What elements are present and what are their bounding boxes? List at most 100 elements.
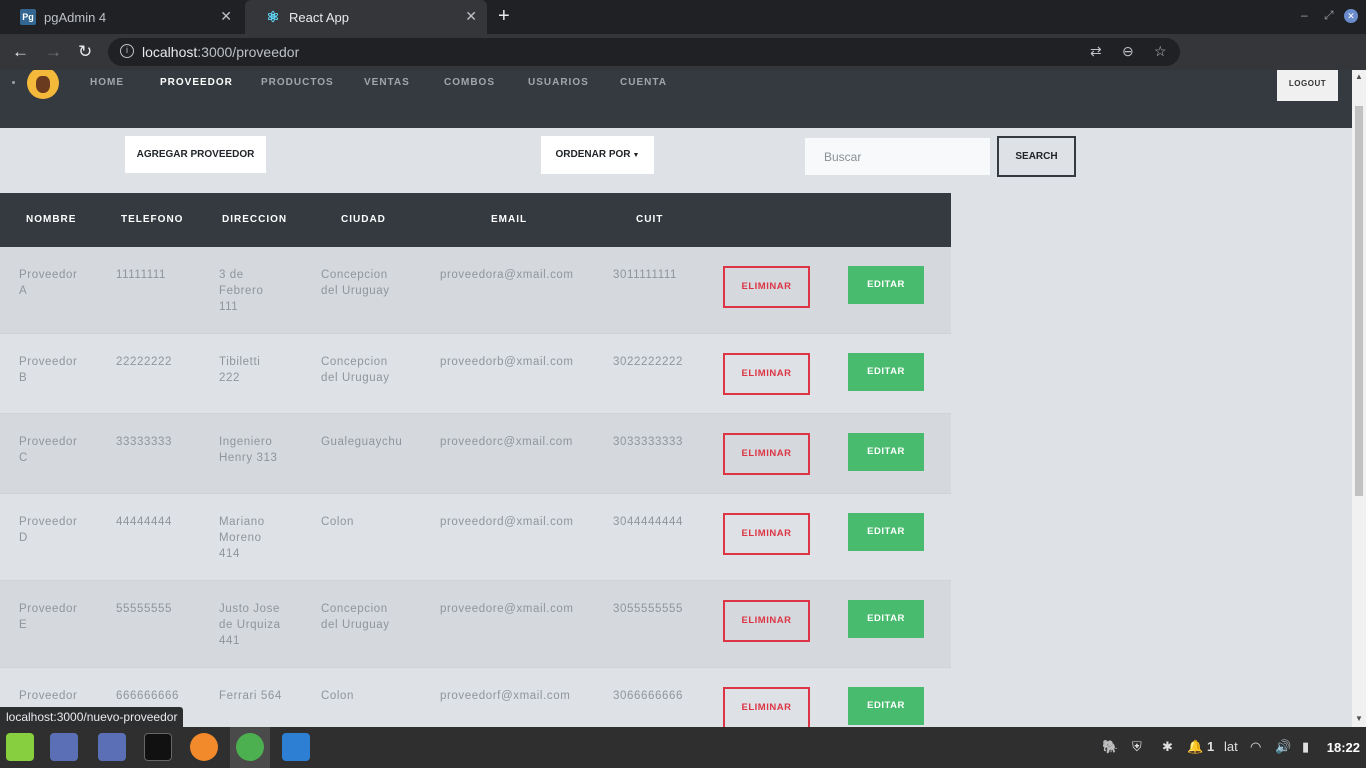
supplier-address: 3 de Febrero 111 [219,267,263,315]
order-by-dropdown[interactable]: ORDENAR POR ▼ [541,136,654,174]
order-by-label: ORDENAR POR [555,149,631,160]
delete-button[interactable]: ELIMINAR [723,353,810,395]
delete-button[interactable]: ELIMINAR [723,266,810,308]
window-close-icon[interactable]: ✕ [1344,9,1358,23]
delete-button[interactable]: ELIMINAR [723,600,810,642]
delete-button[interactable]: ELIMINAR [723,687,810,727]
workspace-indicator[interactable]: 1 [1207,739,1214,754]
address-bar[interactable]: i localhost:3000/proveedor ⇄ ⊖ ☆ [108,38,1180,66]
scrollbar-thumb[interactable] [1355,106,1363,496]
supplier-address-line: 111 [219,301,239,313]
brand-logo[interactable] [27,70,59,99]
add-supplier-button[interactable]: AGREGAR PROVEEDOR [125,136,266,173]
supplier-phone: 22222222 [116,356,172,368]
scroll-up-icon[interactable]: ▲ [1355,72,1363,81]
new-tab-icon[interactable]: + [498,5,510,28]
supplier-email: proveedora@xmail.com [440,269,574,281]
back-icon[interactable]: ← [12,42,29,62]
files-icon[interactable] [98,733,126,761]
supplier-name-line: Proveedor [19,269,78,281]
bluetooth-icon[interactable]: ✱ [1162,739,1173,755]
chrome-icon[interactable] [236,733,264,761]
nav-proveedor[interactable]: PROVEEDOR [160,77,233,88]
search-button[interactable]: SEARCH [997,136,1076,177]
nav-productos[interactable]: PRODUCTOS [261,77,334,88]
supplier-city-line: Gualeguaychu [321,436,403,448]
tab-react-app[interactable]: ⚛ React App ✕ [245,0,487,34]
supplier-address-line: 414 [219,548,240,560]
folder-icon[interactable] [50,733,78,761]
supplier-name-line: C [19,452,28,464]
zoom-icon[interactable]: ⊖ [1122,43,1134,60]
column-header: TELEFONO [121,214,184,225]
edit-button[interactable]: EDITAR [848,266,924,304]
search-input[interactable] [805,138,990,175]
supplier-email: proveedorf@xmail.com [440,690,571,702]
supplier-name: Proveedor D [19,514,77,546]
supplier-cuit: 3066666666 [613,690,683,702]
vscode-icon[interactable] [282,733,310,761]
tab-pgadmin[interactable]: Pg pgAdmin 4 ✕ [0,0,242,34]
edit-button[interactable]: EDITAR [848,513,924,551]
supplier-name-line: A [19,285,28,297]
forward-icon[interactable]: → [45,42,62,62]
minimize-icon[interactable]: – [1301,8,1308,22]
delete-button[interactable]: ELIMINAR [723,433,810,475]
close-tab-icon[interactable]: ✕ [220,8,232,25]
app-navbar: HOME PROVEEDOR PRODUCTOS VENTAS COMBOS U… [0,70,1352,128]
logout-button[interactable]: LOGOUT [1277,70,1338,101]
caret-down-icon: ▼ [632,152,640,159]
keyboard-layout[interactable]: lat [1224,739,1238,754]
edit-button[interactable]: EDITAR [848,687,924,725]
maximize-icon[interactable]: ⤢ [1324,8,1334,23]
supplier-name-line: Proveedor [19,690,78,702]
scroll-down-icon[interactable]: ▼ [1355,714,1363,723]
battery-icon[interactable]: ▮ [1302,739,1309,755]
bookmark-star-icon[interactable]: ☆ [1154,43,1167,60]
pgadmin-icon: Pg [20,9,36,25]
tab-title: React App [289,9,349,25]
edit-button[interactable]: EDITAR [848,600,924,638]
volume-icon[interactable]: 🔊 [1275,739,1291,755]
reload-icon[interactable]: ↻ [78,42,92,62]
edit-button[interactable]: EDITAR [848,433,924,471]
page-scrollbar[interactable]: ▲ ▼ [1352,70,1366,727]
mint-menu-icon[interactable] [6,733,34,761]
supplier-phone: 666666666 [116,690,179,702]
notification-icon[interactable]: 🔔 [1187,739,1203,755]
supplier-cuit: 3055555555 [613,603,683,615]
site-info-icon[interactable]: i [120,44,134,58]
terminal-icon[interactable] [144,733,172,761]
supplier-address-line: Ferrari 564 [219,690,282,702]
supplier-cuit: 3044444444 [613,516,683,528]
supplier-name-line: D [19,532,28,544]
close-tab-icon[interactable]: ✕ [465,8,477,25]
shield-icon[interactable]: ⛨ [1132,739,1142,755]
supplier-phone: 11111111 [116,269,166,281]
nav-toggler[interactable] [12,81,15,84]
column-header: NOMBRE [26,214,77,225]
nav-usuarios[interactable]: USUARIOS [528,77,589,88]
edit-button[interactable]: EDITAR [848,353,924,391]
url-text[interactable]: localhost:3000/proveedor [142,44,299,60]
supplier-email: proveedore@xmail.com [440,603,574,615]
translate-icon[interactable]: ⇄ [1090,43,1102,60]
tab-title: pgAdmin 4 [44,9,107,25]
supplier-name-line: Proveedor [19,356,78,368]
supplier-address-line: Mariano [219,516,265,528]
nav-cuenta[interactable]: CUENTA [620,77,667,88]
supplier-name-line: Proveedor [19,436,78,448]
firefox-icon[interactable] [190,733,218,761]
nav-combos[interactable]: COMBOS [444,77,495,88]
delete-button[interactable]: ELIMINAR [723,513,810,555]
wifi-icon[interactable]: ◠ [1250,739,1261,755]
os-taskbar: 🐘 ⛨ ✱ 🔔 1 lat ◠ 🔊 ▮ 18:22 [0,727,1366,768]
supplier-city: Gualeguaychu [321,434,402,450]
postgres-tray-icon[interactable]: 🐘 [1102,739,1118,755]
column-header: DIRECCION [222,214,288,225]
nav-home[interactable]: HOME [90,77,124,88]
nav-ventas[interactable]: VENTAS [364,77,410,88]
supplier-city: Concepcion del Uruguay [321,267,390,299]
supplier-city-line: Concepcion [321,356,388,368]
browser-tabbar: Pg pgAdmin 4 ✕ ⚛ React App ✕ + – ⤢ ✕ [0,0,1366,34]
